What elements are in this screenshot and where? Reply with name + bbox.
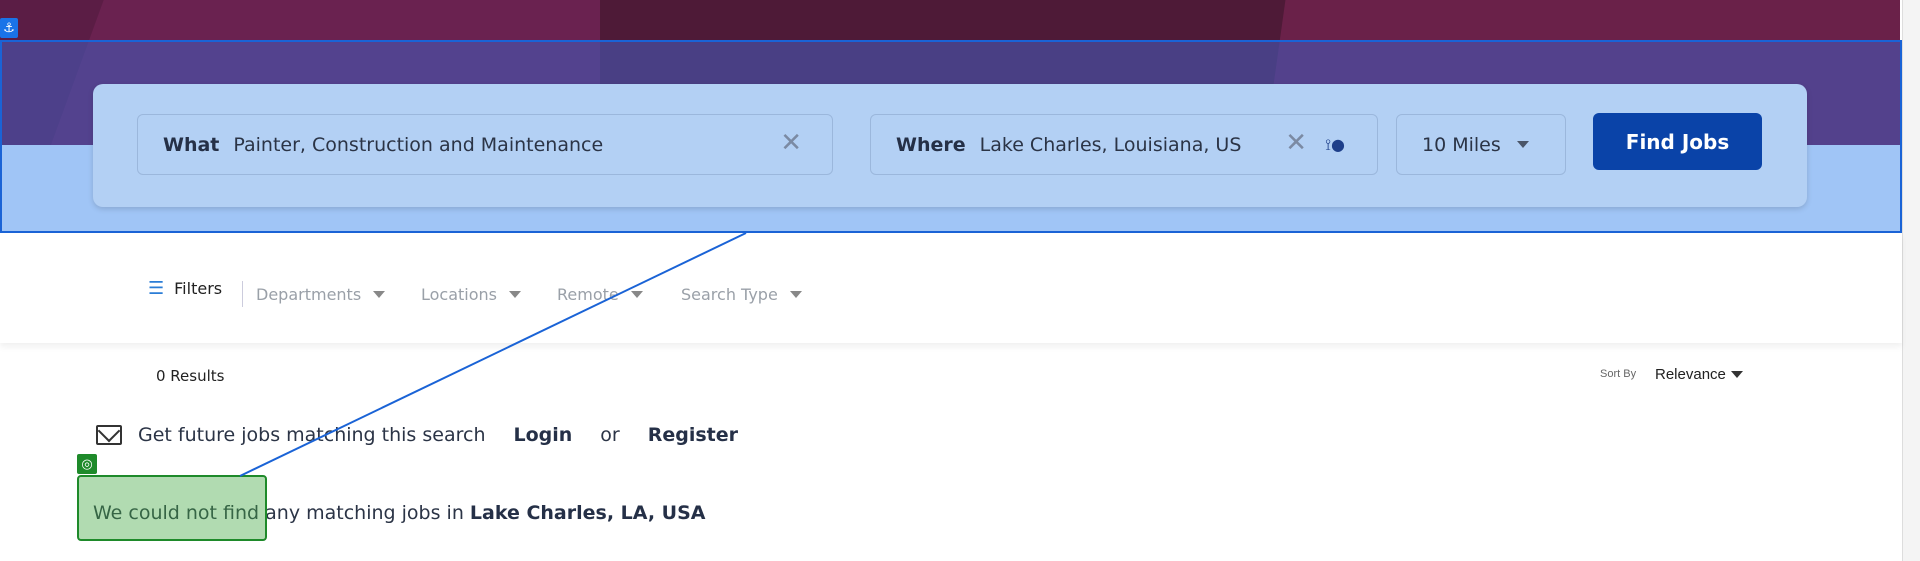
- what-field[interactable]: What Painter, Construction and Maintenan…: [137, 114, 833, 175]
- where-label: Where: [896, 133, 966, 156]
- departments-dropdown[interactable]: Departments: [256, 285, 386, 304]
- chevron-down-icon: [373, 291, 386, 298]
- divider: [242, 281, 243, 307]
- filters-label: Filters: [174, 279, 223, 298]
- results-count: 0 Results: [156, 367, 225, 385]
- highlight-overlay: [77, 475, 267, 541]
- search-type-dropdown[interactable]: Search Type: [681, 285, 802, 304]
- chevron-down-icon: [630, 291, 643, 298]
- find-jobs-button[interactable]: Find Jobs: [1593, 113, 1762, 170]
- job-alert-text: Get future jobs matching this search: [138, 424, 486, 446]
- what-label: What: [163, 133, 220, 156]
- what-input[interactable]: Painter, Construction and Maintenance: [233, 134, 603, 156]
- chevron-down-icon: [1730, 371, 1743, 378]
- sort-select[interactable]: Relevance: [1655, 366, 1743, 383]
- anchor-icon: ⚓: [0, 18, 18, 38]
- or-text: or: [600, 424, 620, 446]
- where-input[interactable]: Lake Charles, Louisiana, US: [980, 134, 1242, 156]
- locations-dropdown[interactable]: Locations: [421, 285, 522, 304]
- login-link[interactable]: Login: [513, 424, 572, 446]
- sliders-icon: ☰: [148, 278, 165, 299]
- filters-button[interactable]: ☰ Filters: [148, 278, 222, 299]
- scrollbar[interactable]: [1902, 0, 1920, 561]
- sort-by-label: Sort By: [1600, 368, 1637, 380]
- filters-bar: ☰ Filters Departments Locations Remote S…: [0, 233, 1902, 343]
- register-link[interactable]: Register: [648, 424, 738, 446]
- locate-me-icon[interactable]: ⟟●: [1325, 135, 1345, 155]
- mail-icon: [96, 425, 122, 445]
- where-field[interactable]: Where Lake Charles, Louisiana, US ✕ ⟟●: [870, 114, 1378, 175]
- no-results-location: Lake Charles, LA, USA: [469, 502, 706, 524]
- search-type-label: Search Type: [681, 285, 778, 304]
- clear-what-icon[interactable]: ✕: [780, 128, 802, 158]
- remote-dropdown[interactable]: Remote: [557, 285, 643, 304]
- chevron-down-icon: [789, 291, 802, 298]
- chevron-down-icon: [1517, 141, 1529, 148]
- search-card: What Painter, Construction and Maintenan…: [93, 84, 1807, 207]
- sort-value: Relevance: [1655, 366, 1726, 383]
- target-icon: ◎: [77, 454, 97, 474]
- locations-label: Locations: [421, 285, 498, 304]
- departments-label: Departments: [256, 285, 362, 304]
- radius-select[interactable]: 10 Miles: [1396, 114, 1566, 175]
- radius-value: 10 Miles: [1422, 133, 1501, 156]
- remote-label: Remote: [557, 285, 619, 304]
- job-alert-row: Get future jobs matching this search Log…: [96, 424, 738, 446]
- clear-where-icon[interactable]: ✕: [1285, 128, 1307, 158]
- chevron-down-icon: [509, 291, 522, 298]
